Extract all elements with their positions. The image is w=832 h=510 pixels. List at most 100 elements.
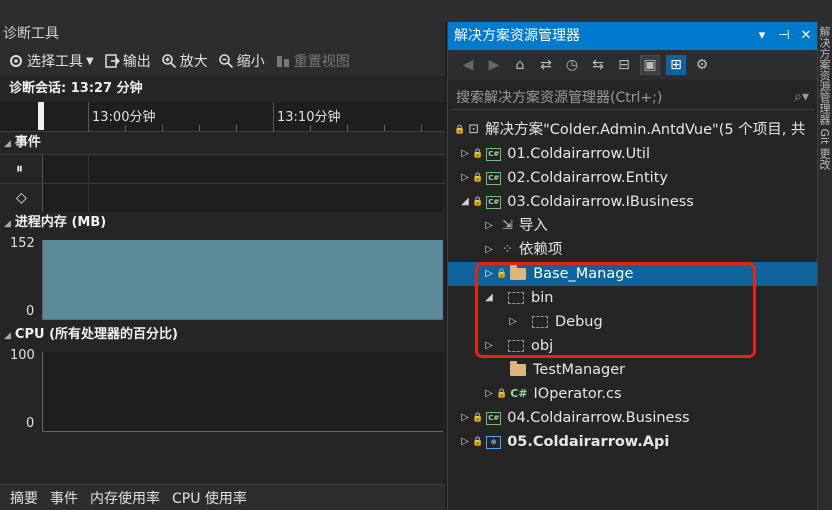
tab-cpu-usage[interactable]: CPU 使用率: [172, 488, 247, 508]
diagnostic-tools-panel: 诊断工具 选择工具 ▼ 输出 放大 缩小 重置视图 诊断会话: 13:27 分钟…: [0, 22, 445, 510]
forward-icon[interactable]: ▶: [484, 55, 504, 75]
switch-views-icon[interactable]: ⇄: [536, 55, 556, 75]
tree-item-label: Debug: [555, 314, 603, 330]
csharp-project-icon: C#: [486, 171, 502, 185]
events-label: 事件: [14, 135, 41, 150]
tree-item-imports[interactable]: ▷ ⇲ 导入: [448, 214, 817, 238]
preview-icon[interactable]: ⊞: [666, 55, 686, 75]
cpu-plot-area[interactable]: [42, 352, 443, 432]
expand-icon[interactable]: ▷: [458, 406, 472, 430]
pin-button[interactable]: ⊣: [773, 22, 795, 50]
csharp-project-icon: C#: [486, 147, 502, 161]
tree-item-label: 05.Coldairarrow.Api: [507, 434, 670, 450]
window-menu-button[interactable]: ▾: [751, 22, 773, 50]
show-all-files-icon[interactable]: ▣: [640, 55, 660, 75]
back-icon[interactable]: ◀: [458, 55, 478, 75]
sync-icon[interactable]: ⇆: [588, 55, 608, 75]
timeline-minor-tick: [384, 125, 385, 131]
memory-plot-area[interactable]: [42, 240, 443, 320]
properties-icon[interactable]: ⚙: [692, 55, 712, 75]
home-icon[interactable]: ⌂: [510, 55, 530, 75]
events-section-header[interactable]: ◢ 事件: [0, 132, 445, 154]
zoom-in-button[interactable]: 放大: [161, 51, 208, 71]
panel-title: 诊断工具: [0, 22, 445, 46]
zoom-out-icon: [218, 53, 234, 69]
collapse-icon[interactable]: ◢: [482, 286, 496, 310]
ide-top-strip: [0, 0, 832, 22]
session-duration: 诊断会话: 13:27 分钟: [0, 76, 445, 102]
select-tools-label: 选择工具: [27, 54, 83, 70]
timeline-tick: [88, 102, 89, 132]
tree-item-label: 03.Coldairarrow.IBusiness: [507, 194, 694, 210]
tree-item-folder[interactable]: TestManager: [448, 358, 817, 382]
tree-item-file[interactable]: ▷ 🔒 C# IOperator.cs: [448, 382, 817, 406]
csharp-project-icon: C#: [486, 195, 502, 209]
dependencies-icon: ⁘: [502, 242, 513, 257]
tree-item-folder-selected[interactable]: ▷ 🔒 Base_Manage: [448, 262, 817, 286]
expand-icon[interactable]: ▷: [482, 382, 496, 406]
reset-view-label: 重置视图: [293, 54, 350, 70]
expand-icon[interactable]: ▷: [482, 262, 496, 286]
reset-view-icon: [275, 53, 291, 69]
timeline-minor-tick: [199, 125, 200, 131]
solution-tree: 🔒 ⊡ 解决方案"Colder.Admin.AntdVue"(5 个项目, 共 …: [448, 110, 817, 454]
expand-icon[interactable]: ▷: [506, 310, 520, 334]
tree-item-startup-project[interactable]: ▷ 🔒 ⊕ 05.Coldairarrow.Api: [448, 430, 817, 454]
solution-search-input[interactable]: 搜索解决方案资源管理器(Ctrl+;) ⌕▾: [452, 84, 815, 110]
expand-icon[interactable]: ▷: [482, 238, 496, 262]
expand-icon[interactable]: ▷: [458, 166, 472, 190]
timeline-cursor[interactable]: [38, 102, 44, 130]
import-icon: ⇲: [502, 218, 513, 233]
tree-item-project[interactable]: ▷ 🔒 C# 02.Coldairarrow.Entity: [448, 166, 817, 190]
output-icon: [104, 53, 120, 69]
memory-label: 进程内存 (MB): [14, 215, 107, 230]
tree-item-project[interactable]: ▷ 🔒 C# 04.Coldairarrow.Business: [448, 406, 817, 430]
expand-icon[interactable]: ▷: [482, 214, 496, 238]
tree-item-solution[interactable]: 🔒 ⊡ 解决方案"Colder.Admin.AntdVue"(5 个项目, 共: [448, 118, 817, 142]
tree-item-folder[interactable]: ▷ obj: [448, 334, 817, 358]
folder-icon: [510, 361, 526, 376]
memory-section-header[interactable]: ◢ 进程内存 (MB): [0, 212, 445, 234]
expand-icon[interactable]: ▷: [458, 142, 472, 166]
memory-y-min: 0: [26, 304, 35, 319]
cpu-label: CPU (所有处理器的百分比): [14, 327, 178, 342]
tab-memory-usage[interactable]: 内存使用率: [90, 488, 160, 508]
expand-icon[interactable]: ▷: [482, 334, 496, 358]
tree-item-dependencies[interactable]: ▷ ⁘ 依赖项: [448, 238, 817, 262]
solution-icon: ⊡: [468, 122, 480, 137]
tab-summary[interactable]: 摘要: [10, 488, 38, 508]
output-button[interactable]: 输出: [104, 51, 151, 71]
grid-line: [88, 184, 89, 212]
side-tab-strip[interactable]: 解决方案资源管理器 Git 更改: [817, 22, 832, 510]
events-break-lane: ◇: [0, 183, 445, 212]
reset-view-button[interactable]: 重置视图: [275, 51, 350, 71]
memory-y-max: 152: [10, 236, 35, 251]
history-icon[interactable]: ◷: [562, 55, 582, 75]
lock-icon: 🔒: [472, 173, 484, 183]
zoom-out-label: 缩小: [236, 54, 265, 70]
tree-item-label: Base_Manage: [533, 266, 634, 282]
hidden-folder-icon: [508, 340, 524, 352]
hidden-folder-icon: [532, 316, 548, 328]
tree-item-folder[interactable]: ▷ Debug: [448, 310, 817, 334]
collapse-all-icon[interactable]: ⊟: [614, 55, 634, 75]
timeline-ruler[interactable]: 13:00分钟 13:10分钟: [0, 102, 445, 132]
lock-icon: 🔒: [454, 125, 466, 135]
diagnostic-toolbar: 选择工具 ▼ 输出 放大 缩小 重置视图: [0, 46, 445, 76]
zoom-out-button[interactable]: 缩小: [218, 51, 265, 71]
csharp-project-icon: C#: [486, 411, 502, 425]
tree-item-folder[interactable]: ◢ bin: [448, 286, 817, 310]
expand-icon[interactable]: ▷: [458, 430, 472, 454]
hidden-folder-icon: [508, 292, 524, 304]
lock-icon: 🔒: [472, 149, 484, 159]
panel-title: 解决方案资源管理器: [454, 28, 580, 44]
cpu-section-header[interactable]: ◢ CPU (所有处理器的百分比): [0, 324, 445, 346]
lock-icon: 🔒: [496, 269, 508, 279]
tree-item-project[interactable]: ▷ 🔒 C# 01.Coldairarrow.Util: [448, 142, 817, 166]
select-tools-button[interactable]: 选择工具 ▼: [8, 51, 94, 71]
tab-events[interactable]: 事件: [50, 488, 78, 508]
tree-item-project[interactable]: ◢ 🔒 C# 03.Coldairarrow.IBusiness: [448, 190, 817, 214]
close-button[interactable]: ✕: [795, 22, 817, 50]
collapse-icon[interactable]: ◢: [458, 190, 472, 214]
cpu-y-max: 100: [10, 348, 35, 363]
